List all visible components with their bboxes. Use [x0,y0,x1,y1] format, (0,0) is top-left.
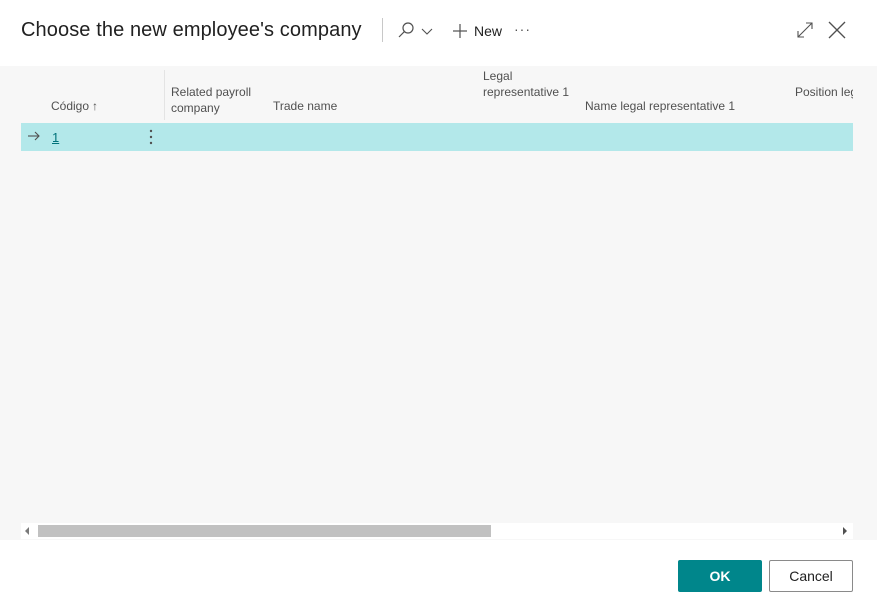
column-header-codigo[interactable]: Código ↑ [51,98,98,114]
choose-company-dialog: Choose the new employee's company New ··… [0,0,877,612]
ok-button[interactable]: OK [678,560,762,592]
grid-header: Código ↑ Related payroll company Trade na… [21,66,853,122]
expand-button[interactable] [796,21,814,39]
new-button[interactable]: New [452,20,502,42]
chevron-down-icon [421,28,433,35]
scroll-left-arrow[interactable] [25,527,29,535]
column-header-legal-representative-1[interactable]: Legal representative 1 [483,68,573,100]
cancel-button[interactable]: Cancel [769,560,853,592]
dialog-footer: OK Cancel [0,540,877,612]
search-button[interactable] [394,20,438,42]
horizontal-scrollbar[interactable] [21,523,853,539]
scrollbar-thumb[interactable] [38,525,491,537]
more-options-button[interactable]: ··· [514,20,534,40]
plus-icon [453,24,467,38]
close-icon [828,21,846,39]
header-divider [382,18,383,42]
new-button-label: New [474,23,503,39]
expand-icon [797,22,813,38]
column-header-label: Código [51,99,90,113]
table-row[interactable]: 1 [21,123,853,151]
dialog-header: Choose the new employee's company New ··… [0,0,877,66]
column-header-trade-name[interactable]: Trade name [273,98,337,114]
column-header-related-payroll-company[interactable]: Related payroll company [171,84,261,116]
codigo-link[interactable]: 1 [52,130,59,145]
close-button[interactable] [828,21,846,39]
column-header-position-legal-representative[interactable]: Position legal representative [795,84,853,100]
arrow-right-icon [28,131,40,141]
column-divider [164,70,165,120]
dialog-title: Choose the new employee's company [21,19,362,41]
scroll-right-arrow[interactable] [843,527,847,535]
row-actions-icon[interactable] [147,128,155,146]
column-header-name-legal-representative-1[interactable]: Name legal representative 1 [585,98,735,114]
sort-ascending-icon: ↑ [92,99,99,113]
list-content: Código ↑ Related payroll company Trade na… [0,66,877,540]
search-icon [398,22,414,38]
